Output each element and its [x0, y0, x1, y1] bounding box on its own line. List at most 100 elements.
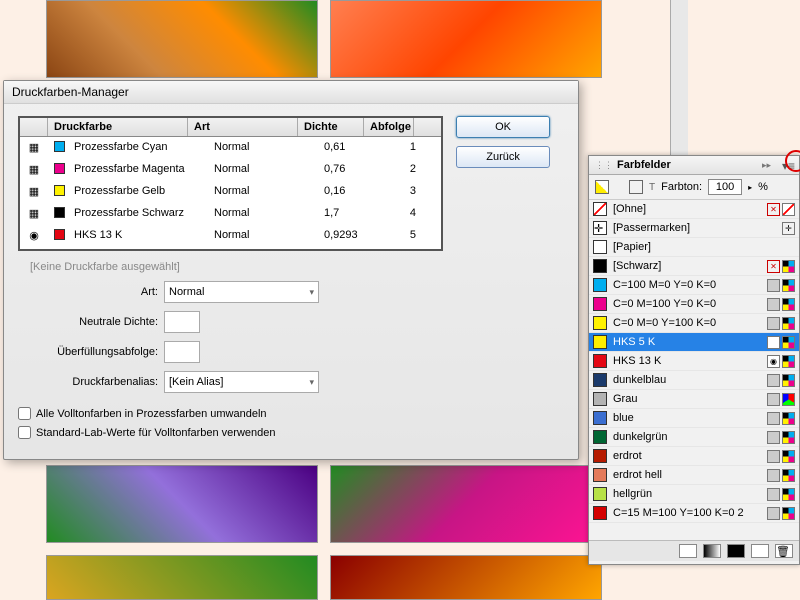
ink-swatch [48, 139, 68, 157]
swatch-name: [Passermarken] [613, 222, 782, 234]
ink-swatch [48, 205, 68, 223]
ink-dichte: 0,61 [318, 139, 384, 157]
swatch-row[interactable]: C=0 M=0 Y=100 K=0 [589, 314, 799, 333]
col-dichte[interactable]: Dichte [298, 118, 364, 136]
back-button[interactable]: Zurück [456, 146, 550, 168]
ink-row[interactable]: ▦Prozessfarbe CyanNormal0,611 [20, 137, 441, 159]
swatch-name: C=0 M=100 Y=0 K=0 [613, 298, 767, 310]
text-fill-icon[interactable]: T [649, 182, 655, 193]
swatch-type-icons [767, 507, 795, 520]
small-swatch-icon[interactable] [703, 544, 721, 558]
col-abfolge[interactable]: Abfolge [364, 118, 414, 136]
ink-row[interactable]: ▦Prozessfarbe SchwarzNormal1,74 [20, 203, 441, 225]
swatch-row[interactable]: [Schwarz]✕ [589, 257, 799, 276]
ink-row[interactable]: ▦Prozessfarbe GelbNormal0,163 [20, 181, 441, 203]
swatch-name: erdrot hell [613, 469, 767, 481]
ink-art: Normal [208, 227, 318, 245]
swatch-name: [Schwarz] [613, 260, 767, 272]
art-label: Art: [18, 286, 158, 298]
art-combo[interactable]: Normal▾ [164, 281, 319, 303]
ink-abfolge: 2 [384, 161, 434, 179]
show-swatch-icon[interactable] [679, 544, 697, 558]
large-swatch-icon[interactable] [727, 544, 745, 558]
farbton-unit: % [758, 181, 768, 193]
no-selection-label: [Keine Druckfarbe ausgewählt] [18, 261, 564, 273]
convert-spot-checkbox[interactable] [18, 407, 31, 420]
swatch-type-icons [767, 412, 795, 425]
ink-dichte: 0,76 [318, 161, 384, 179]
swatch-row[interactable]: erdrot [589, 447, 799, 466]
col-art[interactable]: Art [188, 118, 298, 136]
lab-values-label: Standard-Lab-Werte für Volltonfarben ver… [36, 427, 276, 439]
col-name[interactable]: Druckfarbe [48, 118, 188, 136]
swatch-row[interactable]: Grau [589, 390, 799, 409]
farbton-input[interactable] [708, 179, 742, 195]
ink-swatch [48, 161, 68, 179]
swatch-row[interactable]: C=0 M=100 Y=0 K=0 [589, 295, 799, 314]
photo-thumb [46, 465, 318, 543]
swatch-type-icons [767, 393, 795, 406]
swatch-name: HKS 5 K [613, 336, 767, 348]
convert-spot-label: Alle Volltonfarben in Prozessfarben umwa… [36, 408, 267, 420]
swatch-name: HKS 13 K [613, 355, 767, 367]
chevron-down-icon: ▾ [309, 377, 314, 388]
new-swatch-icon[interactable] [751, 544, 769, 558]
swatch-name: C=15 M=100 Y=100 K=0 2 [613, 507, 767, 519]
ink-name: Prozessfarbe Magenta [68, 161, 208, 179]
ink-table[interactable]: Druckfarbe Art Dichte Abfolge ▦Prozessfa… [18, 116, 443, 251]
swatch-type-icons: ✕ [767, 203, 795, 216]
ruler [670, 0, 688, 155]
swatch-row[interactable]: dunkelgrün [589, 428, 799, 447]
ink-dichte: 0,16 [318, 183, 384, 201]
swatch-name: C=100 M=0 Y=0 K=0 [613, 279, 767, 291]
ueberfuellung-label: Überfüllungsabfolge: [18, 346, 158, 358]
ink-type-icon: ◉ [20, 227, 48, 245]
swatch-row[interactable]: HKS 13 K◉ [589, 352, 799, 371]
swatch-row[interactable]: ✛[Passermarken]✛ [589, 219, 799, 238]
swatch-type-icons [767, 374, 795, 387]
swatch-type-icons: ◉ [767, 336, 795, 349]
ink-dichte: 1,7 [318, 205, 384, 223]
swatch-name: hellgrün [613, 488, 767, 500]
photo-thumb [46, 0, 318, 78]
swatch-type-icons: ✛ [782, 222, 795, 235]
ink-abfolge: 5 [384, 227, 434, 245]
fill-stroke-icon[interactable] [595, 180, 609, 194]
container-fill-icon[interactable] [629, 180, 643, 194]
ink-name: Prozessfarbe Cyan [68, 139, 208, 157]
photo-thumb [330, 0, 602, 78]
swatch-type-icons [767, 317, 795, 330]
swatch-name: dunkelgrün [613, 431, 767, 443]
swatch-row[interactable]: blue [589, 409, 799, 428]
ueberfuellung-input[interactable] [164, 341, 200, 363]
ink-swatch [48, 183, 68, 201]
ink-swatch [48, 227, 68, 245]
neutrale-dichte-input[interactable] [164, 311, 200, 333]
col-icon[interactable] [20, 118, 48, 136]
panel-menu-icon[interactable]: ▾≡ [782, 159, 795, 173]
photo-thumb [330, 555, 602, 600]
swatch-row[interactable]: dunkelblau [589, 371, 799, 390]
collapse-icon[interactable]: ▸▸ [762, 160, 771, 171]
swatch-row[interactable]: [Papier] [589, 238, 799, 257]
lab-values-checkbox[interactable] [18, 426, 31, 439]
delete-swatch-icon[interactable]: 🗑 [775, 544, 793, 558]
swatch-row[interactable]: hellgrün [589, 485, 799, 504]
ink-abfolge: 1 [384, 139, 434, 157]
grip-icon: ⋮⋮ [595, 160, 613, 171]
alias-combo[interactable]: [Kein Alias]▾ [164, 371, 319, 393]
swatch-type-icons [767, 431, 795, 444]
panel-title: Farbfelder [617, 159, 671, 171]
ink-type-icon: ▦ [20, 139, 48, 157]
ink-manager-dialog: Druckfarben-Manager Druckfarbe Art Dicht… [3, 80, 579, 460]
photo-thumb [46, 555, 318, 600]
swatch-row[interactable]: erdrot hell [589, 466, 799, 485]
swatch-row[interactable]: C=100 M=0 Y=0 K=0 [589, 276, 799, 295]
ink-row[interactable]: ◉HKS 13 KNormal0,92935 [20, 225, 441, 247]
ink-row[interactable]: ▦Prozessfarbe MagentaNormal0,762 [20, 159, 441, 181]
slider-arrow-icon[interactable]: ▸ [748, 183, 752, 192]
swatch-row[interactable]: C=15 M=100 Y=100 K=0 2 [589, 504, 799, 523]
swatch-row[interactable]: HKS 5 K◉ [589, 333, 799, 352]
swatch-row[interactable]: [Ohne]✕ [589, 200, 799, 219]
ok-button[interactable]: OK [456, 116, 550, 138]
